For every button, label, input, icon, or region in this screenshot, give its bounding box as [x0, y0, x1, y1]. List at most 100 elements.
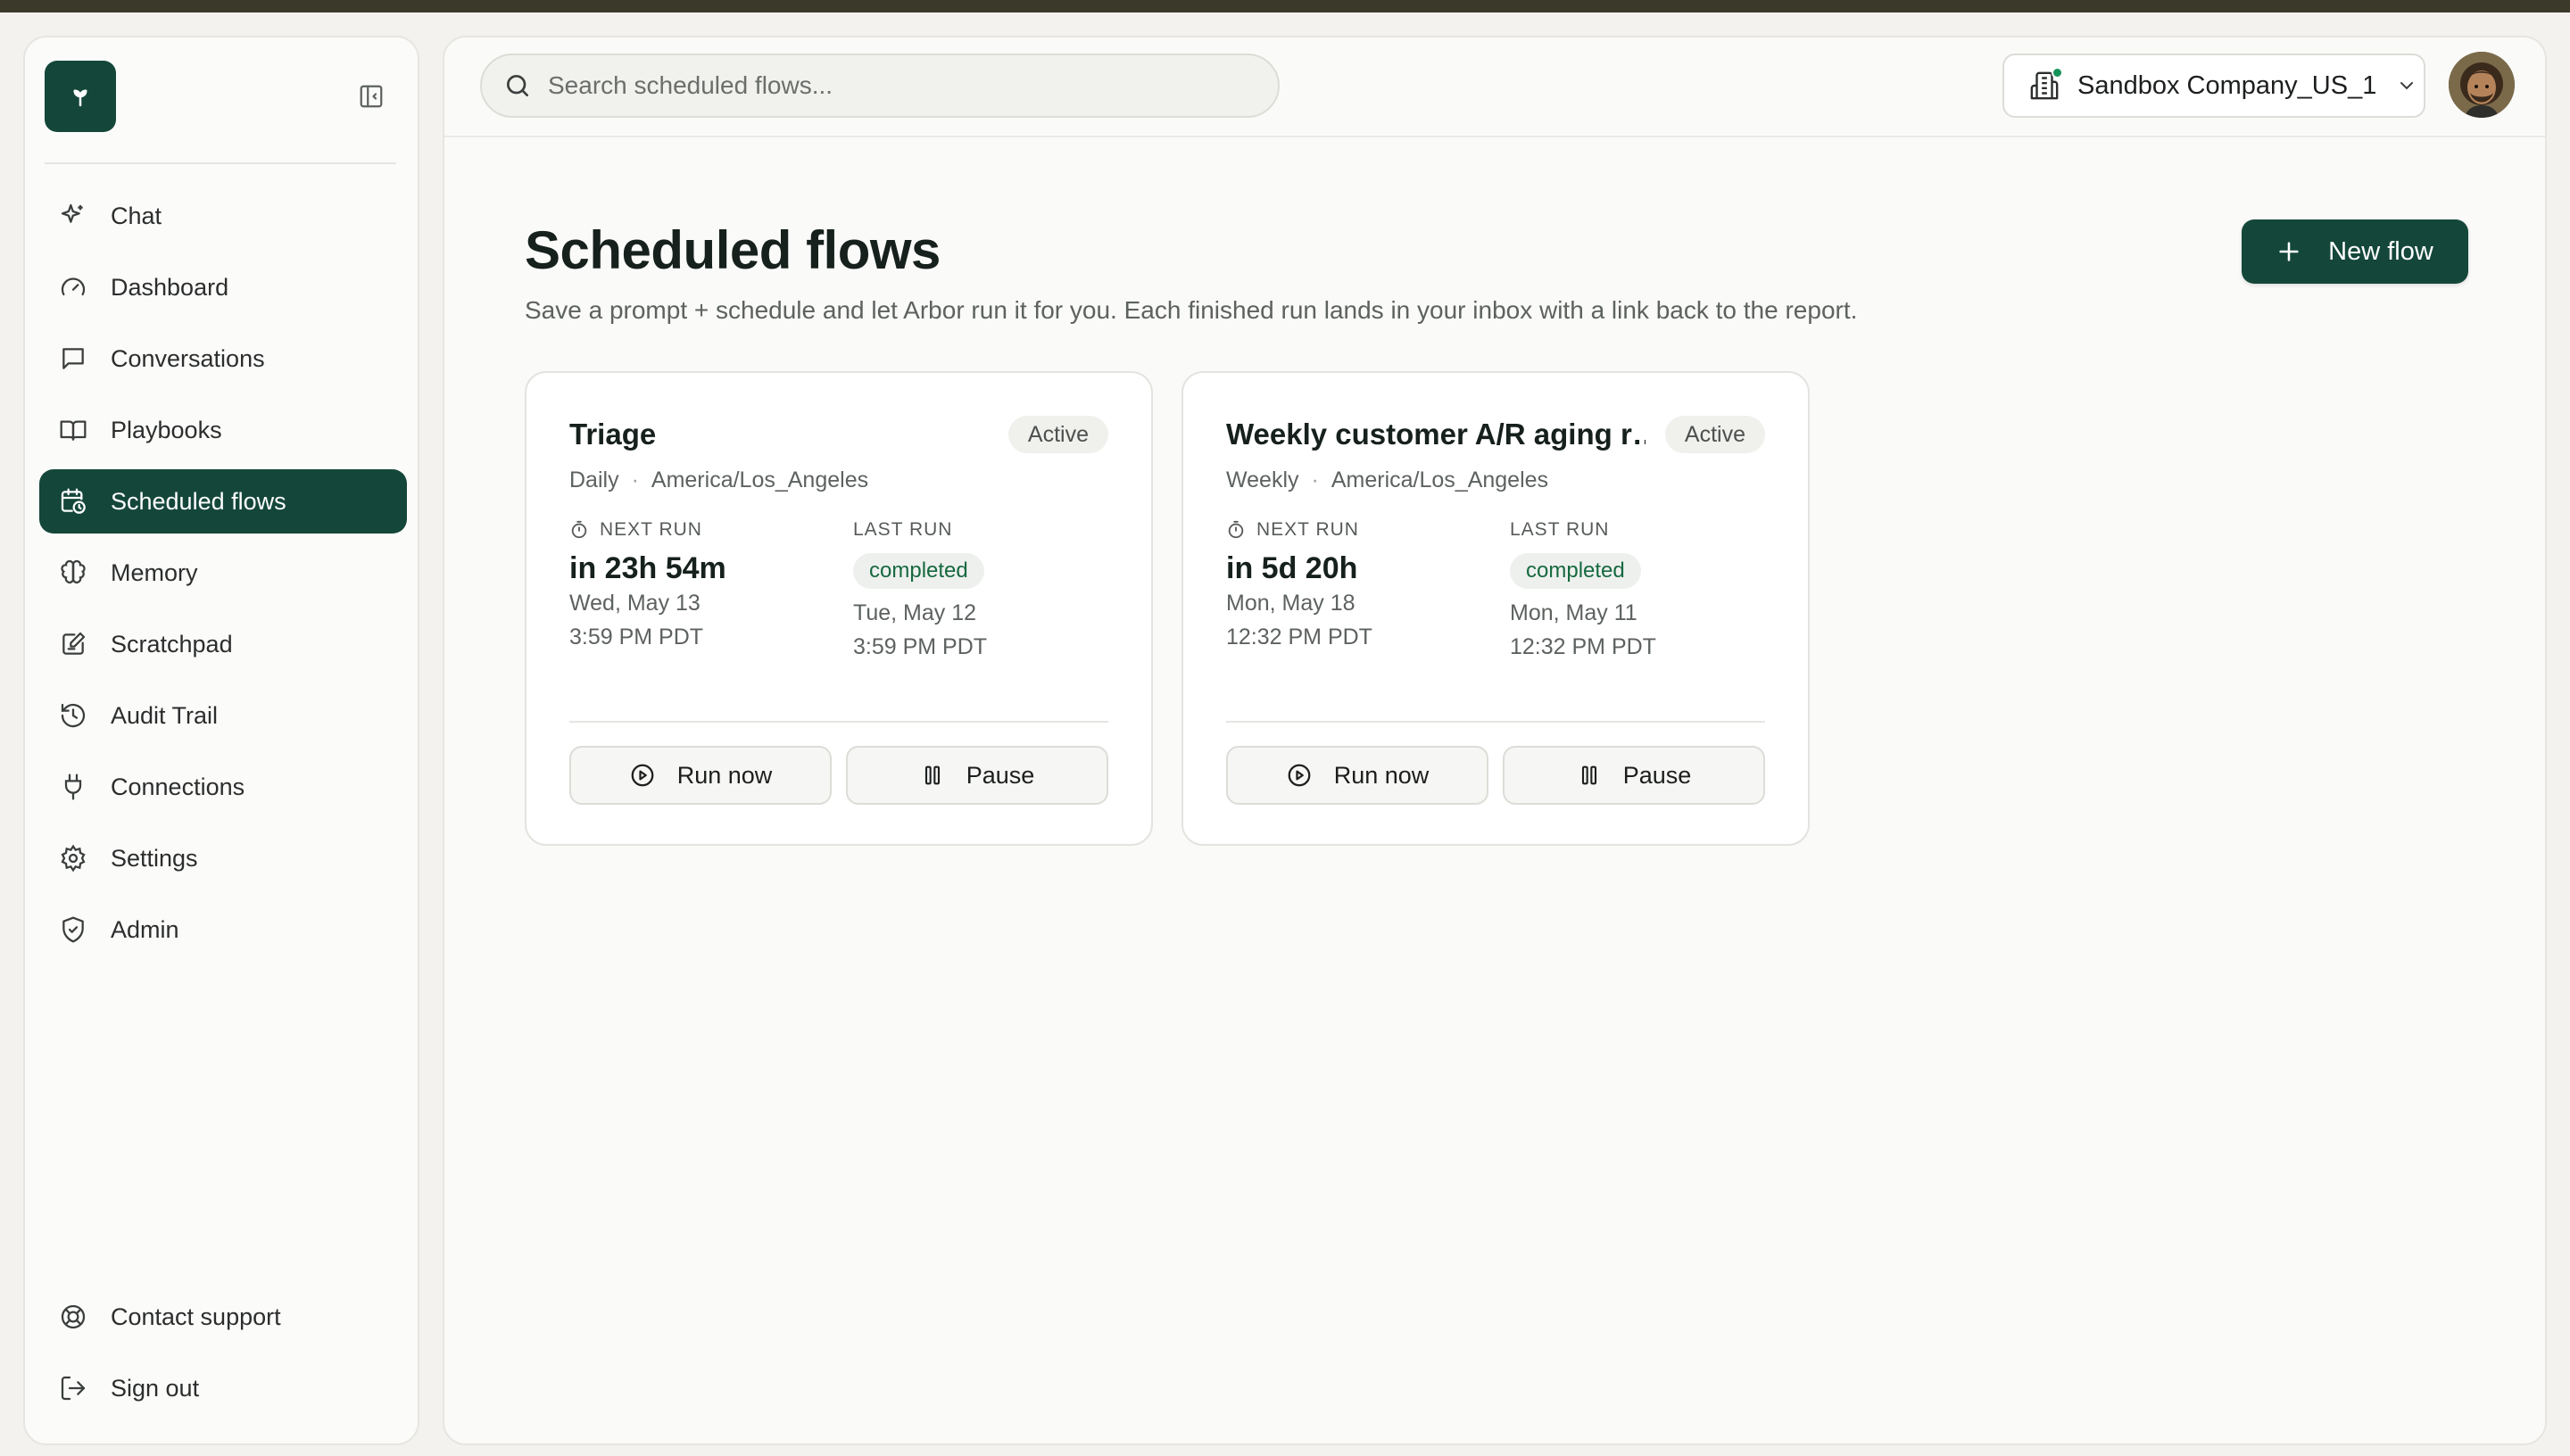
sidebar-item-dashboard[interactable]: Dashboard: [39, 255, 407, 319]
next-run-label: NEXT RUN: [600, 519, 702, 540]
gear-icon: [57, 842, 89, 874]
last-run-date: Mon, May 11: [1510, 600, 1637, 625]
calendar-clock-icon: [57, 485, 89, 517]
sidebar-item-settings[interactable]: Settings: [39, 826, 407, 890]
next-run-countdown: in 5d 20h: [1226, 551, 1358, 585]
next-run-heading: NEXT RUN: [569, 519, 726, 541]
next-run-time: 12:32 PM PDT: [1226, 625, 1372, 649]
page-title: Scheduled flows: [525, 220, 941, 280]
sidebar-item-memory[interactable]: Memory: [39, 541, 407, 605]
next-run-date: Wed, May 13: [569, 591, 701, 616]
card-divider: [1226, 721, 1765, 723]
contact-support-link[interactable]: Contact support: [39, 1285, 407, 1349]
new-flow-button[interactable]: New flow: [2242, 219, 2468, 284]
flow-timezone: America/Los_Angeles: [1331, 467, 1549, 492]
topbar: Sandbox Company_US_1: [444, 37, 2545, 137]
history-icon: [57, 699, 89, 732]
last-run-time: 3:59 PM PDT: [853, 634, 988, 659]
pause-icon: [1581, 765, 1596, 785]
sidebar-item-scratchpad[interactable]: Scratchpad: [39, 612, 407, 676]
next-run-section: NEXT RUN in 23h 54m Wed, May 13 3:59 PM …: [569, 519, 726, 654]
company-name: Sandbox Company_US_1: [2077, 70, 2377, 100]
app-logo[interactable]: [45, 61, 116, 132]
sidebar-item-label: Admin: [111, 915, 179, 943]
sidebar-item-label: Memory: [111, 558, 198, 586]
notepad-icon: [57, 628, 89, 660]
sidebar-item-scheduled-flows[interactable]: Scheduled flows: [39, 469, 407, 534]
pause-label: Pause: [1622, 761, 1692, 789]
sidebar-item-conversations[interactable]: Conversations: [39, 327, 407, 391]
company-selector[interactable]: Sandbox Company_US_1: [2002, 54, 2425, 118]
meta-separator: ·: [1311, 467, 1319, 492]
next-run-section: NEXT RUN in 5d 20h Mon, May 18 12:32 PM …: [1226, 519, 1372, 654]
message-icon: [57, 343, 89, 375]
sidebar-divider: [45, 162, 396, 164]
page-subtitle: Save a prompt + schedule and let Arbor r…: [525, 296, 1858, 324]
user-avatar-image: [2449, 52, 2515, 118]
sidebar-collapse-icon: [360, 85, 383, 108]
run-now-button[interactable]: Run now: [569, 746, 832, 805]
pause-icon: [924, 765, 940, 785]
sprout-icon: [73, 89, 87, 107]
search-input[interactable]: [548, 71, 1244, 100]
sidebar-item-connections[interactable]: Connections: [39, 755, 407, 819]
plus-icon: [2279, 242, 2299, 261]
run-now-label: Run now: [676, 761, 773, 789]
next-run-heading: NEXT RUN: [1226, 519, 1372, 541]
book-icon: [57, 414, 89, 446]
timer-icon: [571, 520, 587, 539]
search-icon: [507, 75, 528, 96]
sidebar-item-label: Conversations: [111, 344, 265, 372]
sidebar-item-label: Settings: [111, 844, 198, 872]
sidebar-item-label: Audit Trail: [111, 701, 219, 729]
contact-support-label: Contact support: [111, 1303, 281, 1330]
next-run-countdown: in 23h 54m: [569, 551, 726, 585]
meta-separator: ·: [631, 467, 639, 492]
last-run-label: LAST RUN: [1510, 519, 1610, 540]
sidebar-nav: Chat Dashboard Conversations Playbooks S…: [39, 184, 407, 969]
sidebar-item-chat[interactable]: Chat: [39, 184, 407, 248]
flow-timezone: America/Los_Angeles: [651, 467, 869, 492]
last-run-section: LAST RUN completed Mon, May 11 12:32 PM …: [1510, 519, 1656, 664]
sidebar-item-audit-trail[interactable]: Audit Trail: [39, 683, 407, 748]
pause-button[interactable]: Pause: [846, 746, 1108, 805]
main-panel: Sandbox Company_US_1 Scheduled flows Sav…: [443, 36, 2547, 1445]
flow-meta: Weekly · America/Los_Angeles: [1226, 467, 1548, 493]
timer-icon: [1228, 520, 1244, 539]
next-run-label: NEXT RUN: [1256, 519, 1359, 540]
plug-icon: [57, 771, 89, 803]
card-divider: [569, 721, 1108, 723]
sidebar-item-admin[interactable]: Admin: [39, 898, 407, 962]
status-badge: Active: [1664, 416, 1765, 453]
run-now-button[interactable]: Run now: [1226, 746, 1488, 805]
collapse-sidebar-button[interactable]: [355, 80, 387, 112]
last-run-time: 12:32 PM PDT: [1510, 634, 1656, 659]
search-bar[interactable]: [480, 54, 1280, 118]
flow-meta: Daily · America/Los_Angeles: [569, 467, 868, 493]
pause-label: Pause: [966, 761, 1035, 789]
sidebar-item-label: Playbooks: [111, 416, 222, 443]
building-icon: [2029, 67, 2063, 101]
sidebar-item-label: Dashboard: [111, 273, 229, 301]
pause-button[interactable]: Pause: [1503, 746, 1765, 805]
chevron-down-icon: [2400, 82, 2414, 90]
sidebar-item-label: Scheduled flows: [111, 487, 286, 515]
sidebar-item-label: Chat: [111, 202, 162, 229]
flow-title: Triage: [569, 418, 657, 451]
run-now-label: Run now: [1333, 761, 1430, 789]
sidebar-item-label: Connections: [111, 773, 245, 800]
shield-icon: [57, 914, 89, 946]
sign-out-link[interactable]: Sign out: [39, 1356, 407, 1420]
status-badge: Active: [1007, 416, 1108, 453]
lifebuoy-icon: [57, 1301, 89, 1333]
flow-frequency: Daily: [569, 467, 619, 492]
play-circle-icon: [1288, 764, 1311, 787]
avatar[interactable]: [2449, 52, 2515, 118]
sparkle-icon: [57, 200, 89, 232]
play-circle-icon: [631, 764, 654, 787]
last-run-label: LAST RUN: [853, 519, 953, 540]
sidebar-item-playbooks[interactable]: Playbooks: [39, 398, 407, 462]
flow-card: Triage Active Daily · America/Los_Angele…: [525, 371, 1153, 846]
sign-out-label: Sign out: [111, 1374, 200, 1402]
last-run-status-badge: completed: [853, 553, 984, 589]
